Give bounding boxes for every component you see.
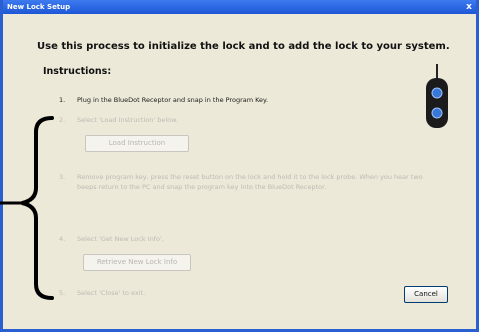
step-1: 1. Plug in the BlueDot Receptor and snap … (59, 95, 268, 105)
step-2: 2. Select 'Load Instruction' below. (59, 115, 178, 125)
new-lock-setup-dialog: New Lock Setup x Use this process to ini… (0, 0, 479, 332)
retrieve-lock-info-button[interactable]: Retrieve New Lock Info (83, 254, 191, 271)
step-5: 5. Select 'Close' to exit. (59, 288, 145, 298)
dialog-title: New Lock Setup (7, 3, 71, 11)
screen: New Lock Setup x Use this process to ini… (0, 0, 479, 332)
load-instruction-button[interactable]: Load Instruction (85, 135, 189, 152)
dialog-body: Use this process to initialize the lock … (3, 14, 476, 329)
step-text: Select 'Close' to exit. (77, 289, 146, 297)
intro-text: Use this process to initialize the lock … (37, 41, 450, 52)
step-number: 5. (59, 289, 66, 297)
step-number: 2. (59, 116, 66, 124)
instructions-heading: Instructions: (43, 66, 112, 77)
dialog-titlebar: New Lock Setup x (3, 0, 476, 14)
program-key-device-icon (426, 64, 448, 128)
step-number: 4. (59, 235, 66, 243)
step-text: Remove program key, press the reset butt… (77, 173, 423, 191)
step-text: Select 'Load Instruction' below. (77, 116, 178, 124)
close-icon[interactable]: x (464, 0, 474, 14)
cancel-button[interactable]: Cancel (404, 286, 448, 303)
step-text: Select 'Get New Lock Info'. (77, 235, 164, 243)
step-number: 3. (59, 173, 66, 181)
step-4: 4. Select 'Get New Lock Info'. (59, 234, 164, 244)
step-text: Plug in the BlueDot Receptor and snap in… (77, 96, 269, 104)
step-number: 1. (59, 96, 66, 104)
step-3: 3. Remove program key, press the reset bu… (59, 172, 439, 192)
